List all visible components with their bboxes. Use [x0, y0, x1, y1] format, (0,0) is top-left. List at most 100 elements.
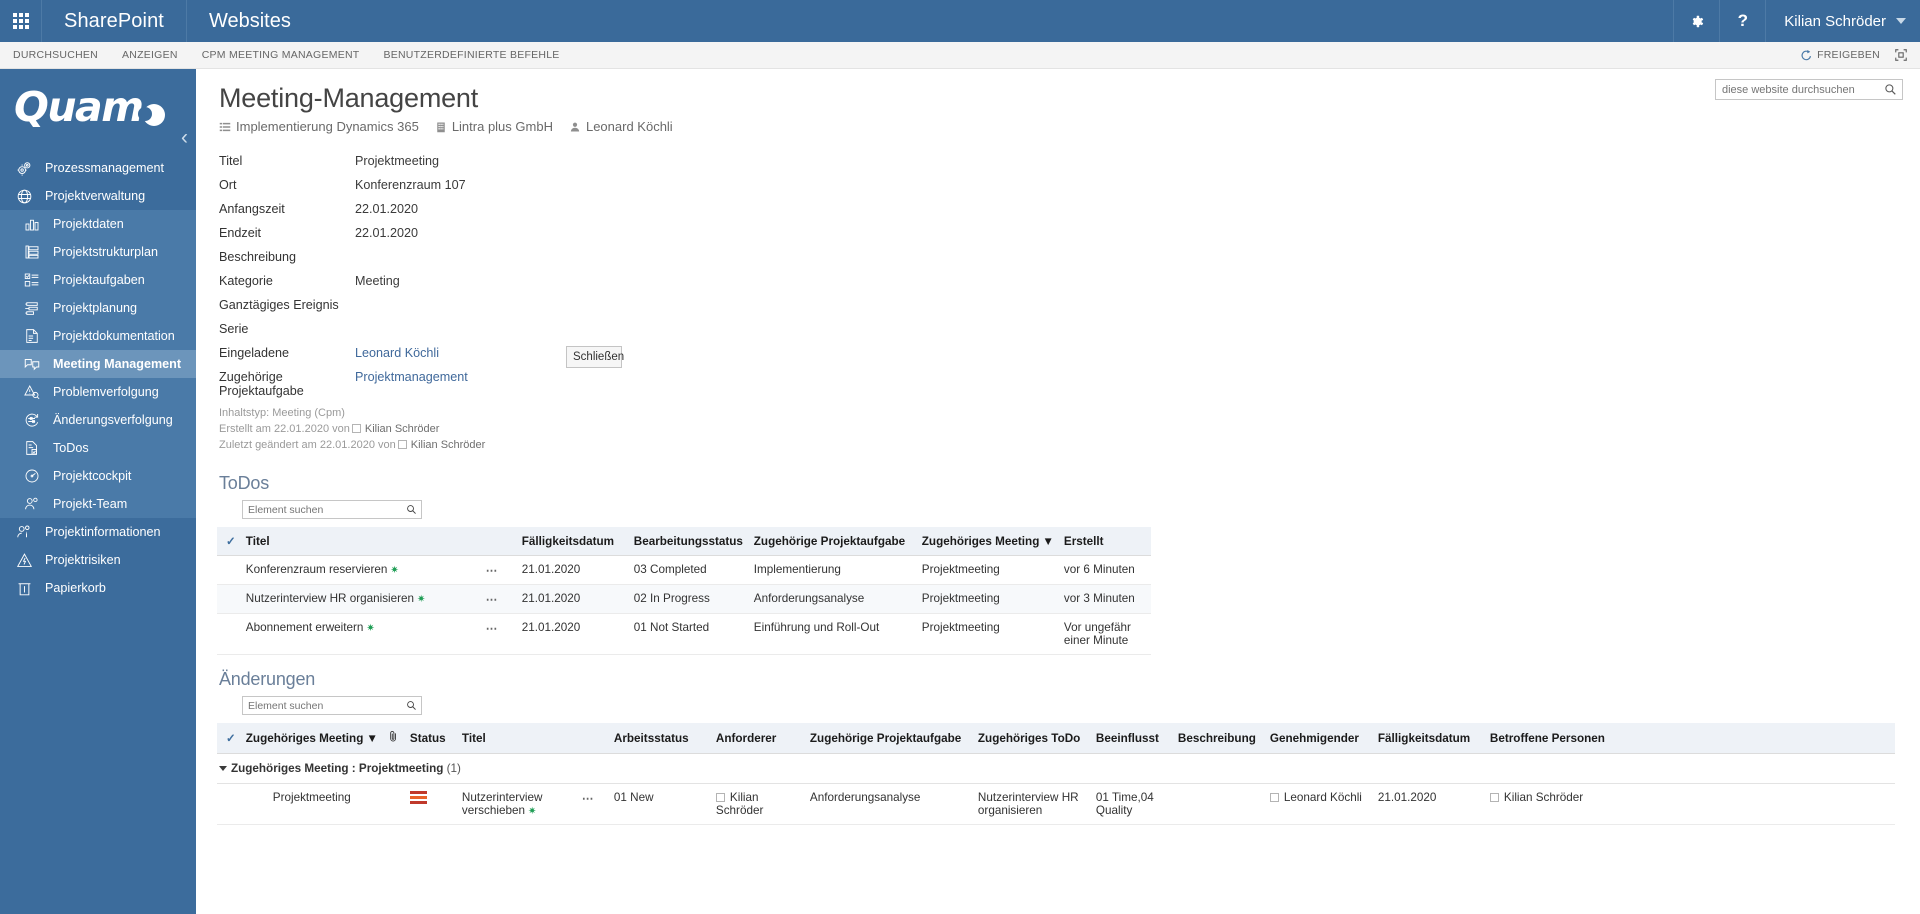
column-anforderer[interactable]: Anforderer	[715, 723, 810, 755]
column-beeinflusst[interactable]: Beeinflusst	[1095, 723, 1178, 755]
cell-projektaufgabe-link[interactable]: Anforderungsanalyse	[753, 584, 922, 615]
user-menu-button[interactable]: Kilian Schröder	[1765, 0, 1920, 42]
site-link-websites[interactable]: Websites	[187, 0, 313, 42]
field-value-link[interactable]: Leonard Köchli	[355, 346, 439, 360]
cell-meeting-link[interactable]: Projektmeeting	[921, 613, 1064, 656]
column-attachments[interactable]	[387, 723, 410, 755]
help-button[interactable]: ?	[1719, 0, 1765, 42]
group-header-row[interactable]: Zugehöriges Meeting : Projektmeeting (1)	[217, 753, 1895, 785]
ribbon-tab-durchsuchen[interactable]: DURCHSUCHEN	[13, 49, 98, 61]
cell-projektaufgabe-link[interactable]: Einführung und Roll-Out	[753, 613, 922, 656]
row-checkbox[interactable]	[217, 613, 246, 656]
building-icon	[435, 121, 447, 133]
sharepoint-brand-link[interactable]: SharePoint	[42, 0, 187, 42]
column-erstellt[interactable]: Erstellt	[1063, 527, 1151, 557]
sidebar-item-papierkorb[interactable]: Papierkorb	[0, 574, 196, 602]
sidebar-item-projektverwaltung[interactable]: Projektverwaltung	[0, 182, 196, 210]
column-faelligkeitsdatum[interactable]: Fälligkeitsdatum	[1377, 723, 1490, 755]
sidebar-item-projektstrukturplan[interactable]: Projektstrukturplan	[0, 238, 196, 266]
risk-warning-icon	[14, 550, 34, 570]
field-titel: Titel Projektmeeting	[219, 154, 1920, 178]
settings-button[interactable]	[1673, 0, 1719, 42]
row-checkbox[interactable]	[217, 783, 246, 826]
column-beschreibung[interactable]: Beschreibung	[1177, 723, 1270, 755]
ellipsis-icon[interactable]: ⋯	[486, 564, 499, 577]
column-zugehoerige-projektaufgabe[interactable]: Zugehörige Projektaufgabe	[809, 723, 978, 755]
share-button[interactable]: FREIGEBEN	[1799, 49, 1880, 62]
sidebar-collapse-button[interactable]: ‹	[181, 127, 188, 148]
search-icon[interactable]	[406, 504, 421, 515]
site-search-box[interactable]	[1715, 79, 1903, 100]
sidebar-item-projektplanung[interactable]: Projektplanung	[0, 294, 196, 322]
sidebar-item-todos[interactable]: ToDos	[0, 434, 196, 462]
cell-meeting-link[interactable]: Projektmeeting	[921, 555, 1064, 586]
triangle-collapse-icon[interactable]	[219, 766, 227, 772]
table-row[interactable]: Konferenzraum reservieren ✷ ⋯ 21.01.2020 …	[217, 555, 1151, 586]
sidebar-item-label: Projektinformationen	[45, 525, 161, 539]
sidebar-item-projektinformationen[interactable]: Projektinformationen	[0, 518, 196, 546]
column-zugehoeriges-todo[interactable]: Zugehöriges ToDo	[977, 723, 1096, 755]
search-icon[interactable]	[1884, 83, 1902, 96]
field-ort: Ort Konferenzraum 107	[219, 178, 1920, 202]
ribbon-tab-benutzerdefinierte-befehle[interactable]: BENUTZERDEFINIERTE BEFEHLE	[383, 49, 559, 61]
sidebar-item-projektaufgaben[interactable]: Projektaufgaben	[0, 266, 196, 294]
table-row[interactable]: Projektmeeting Nutzerinterview verschieb…	[217, 783, 1895, 826]
breadcrumb-item-project[interactable]: Implementierung Dynamics 365	[219, 119, 419, 134]
breadcrumb-item-person[interactable]: Leonard Köchli	[569, 119, 673, 134]
column-faelligkeitsdatum[interactable]: Fälligkeitsdatum	[521, 527, 634, 557]
select-all-column[interactable]: ✓	[217, 527, 246, 557]
column-zugehoeriges-meeting[interactable]: Zugehöriges Meeting ▼	[245, 723, 388, 755]
table-row[interactable]: Abonnement erweitern ✷ ⋯ 21.01.2020 01 No…	[217, 613, 1151, 656]
select-all-column[interactable]: ✓	[217, 723, 246, 755]
column-genehmigender[interactable]: Genehmigender	[1269, 723, 1378, 755]
search-input[interactable]	[1716, 80, 1884, 99]
breadcrumb-item-company[interactable]: Lintra plus GmbH	[435, 119, 553, 134]
focus-on-content-button[interactable]	[1894, 48, 1908, 62]
cell-todo-link[interactable]: Nutzerinterview HR organisieren	[977, 783, 1096, 826]
sidebar-item-meeting-management[interactable]: Meeting Management	[0, 350, 196, 378]
cell-projektaufgabe-link[interactable]: Anforderungsanalyse	[809, 783, 978, 826]
ribbon-tab-cpm-meeting-management[interactable]: CPM MEETING MANAGEMENT	[202, 49, 360, 61]
ribbon-tab-anzeigen[interactable]: ANZEIGEN	[122, 49, 178, 61]
todos-table-head: ✓ Titel Fälligkeitsdatum Bearbeitungssta…	[217, 527, 1151, 557]
column-zugehoeriges-meeting[interactable]: Zugehöriges Meeting ▼	[921, 527, 1064, 557]
aenderungen-search-box[interactable]	[242, 696, 422, 716]
table-row[interactable]: Nutzerinterview HR organisieren ✷ ⋯ 21.01…	[217, 584, 1151, 615]
ellipsis-icon[interactable]: ⋯	[486, 593, 499, 606]
column-arbeitsstatus[interactable]: Arbeitsstatus	[613, 723, 716, 755]
todos-search-box[interactable]	[242, 500, 422, 520]
sidebar-item-prozessmanagement[interactable]: Prozessmanagement	[0, 154, 196, 182]
ellipsis-icon[interactable]: ⋯	[486, 622, 499, 635]
sidebar-item-projektdokumentation[interactable]: Projektdokumentation	[0, 322, 196, 350]
sidebar-item-projektdaten[interactable]: Projektdaten	[0, 210, 196, 238]
app-launcher-button[interactable]	[0, 0, 42, 42]
aenderungen-header-row: ✓ Zugehöriges Meeting ▼ Status Titel Arb…	[217, 723, 1895, 755]
row-checkbox[interactable]	[217, 555, 246, 586]
quam-logo[interactable]: Quam ‹	[0, 69, 196, 150]
row-checkbox[interactable]	[217, 584, 246, 615]
cell-meeting-link[interactable]: Projektmeeting	[245, 783, 388, 826]
group-header-cell[interactable]: Zugehöriges Meeting : Projektmeeting (1)	[217, 753, 1895, 785]
column-titel[interactable]: Titel	[245, 527, 486, 557]
cell-projektaufgabe-link[interactable]: Implementierung	[753, 555, 922, 586]
sidebar-item-aenderungsverfolgung[interactable]: Änderungsverfolgung	[0, 406, 196, 434]
sidebar-item-projektcockpit[interactable]: Projektcockpit	[0, 462, 196, 490]
breadcrumb-label: Implementierung Dynamics 365	[236, 119, 419, 135]
column-betroffene-personen[interactable]: Betroffene Personen	[1489, 723, 1895, 755]
column-status[interactable]: Status	[409, 723, 462, 755]
breadcrumb-label: Lintra plus GmbH	[451, 119, 553, 135]
ellipsis-icon[interactable]: ⋯	[582, 792, 595, 805]
sidebar-item-projektrisiken[interactable]: Projektrisiken	[0, 546, 196, 574]
cell-meeting-link[interactable]: Projektmeeting	[921, 584, 1064, 615]
sidebar-item-projekt-team[interactable]: Projekt-Team	[0, 490, 196, 518]
column-zugehoerige-projektaufgabe[interactable]: Zugehörige Projektaufgabe	[753, 527, 922, 557]
field-value-link[interactable]: Projektmanagement	[355, 370, 468, 384]
sidebar-item-problemverfolgung[interactable]: Problemverfolgung	[0, 378, 196, 406]
column-bearbeitungsstatus[interactable]: Bearbeitungsstatus	[633, 527, 754, 557]
column-titel[interactable]: Titel	[461, 723, 582, 755]
filter-icon: ▼	[1042, 534, 1054, 548]
close-button[interactable]: Schließen	[566, 346, 624, 369]
aenderungen-search-input[interactable]	[243, 697, 406, 715]
search-icon[interactable]	[406, 700, 421, 711]
todos-search-input[interactable]	[243, 501, 406, 519]
